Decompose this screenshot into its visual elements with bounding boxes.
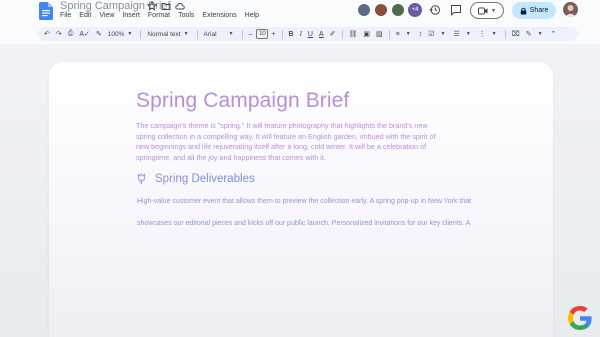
redo-icon[interactable]: ↷ [56,29,62,39]
chevron-down-icon: ▼ [405,31,411,37]
avatar[interactable] [357,3,371,17]
section-heading-word: Spring [155,173,189,185]
underline-icon[interactable]: U [308,29,313,39]
deliverables-line[interactable]: High-value customer event that allows th… [137,198,471,205]
paragraph-line: spring collection in a compelling way. I… [136,131,436,141]
increase-font-size-button[interactable]: + [271,29,275,39]
divider [341,29,343,39]
video-camera-icon [478,7,488,14]
bulleted-list-icon[interactable]: ☰ [453,29,459,39]
collapse-toolbar-icon[interactable]: ⌃ [551,29,557,39]
chevron-down-icon: ▼ [491,7,496,14]
line-spacing-icon[interactable]: ↕ [419,29,423,39]
menu-insert[interactable]: Insert [122,11,140,23]
flower-icon [138,173,145,185]
numbered-list-icon[interactable]: ⋮ [479,29,486,39]
section-heading[interactable]: Spring Deliverables [155,173,255,185]
paragraph-line: new beginnings and life rejuvenating its… [136,142,427,152]
share-label: Share [529,7,549,14]
avatar[interactable] [391,3,405,17]
paragraph-line: The campaign's theme is "spring." It wil… [136,121,428,130]
avatar[interactable] [374,3,388,17]
divider [241,29,243,39]
italic-icon[interactable]: I [300,29,302,39]
chevron-down-icon: ▼ [491,31,497,37]
checklist-icon[interactable]: ☑ [428,29,434,39]
top-bar: Spring Campaign Brief File Edit View Ins… [0,0,600,25]
menu-tools[interactable]: Tools [178,11,194,23]
font-size-input[interactable]: 10 [256,29,269,39]
comments-icon[interactable] [450,4,462,16]
divider [281,29,283,39]
clear-formatting-icon[interactable]: ⌧ [512,29,520,39]
decrease-font-size-button[interactable]: – [249,29,253,39]
divider [140,29,142,39]
editing-mode-icon[interactable]: ✎ [526,29,532,39]
divider [196,29,198,39]
zoom-select[interactable]: 100% [108,31,125,38]
paragraph-line: springtime, and all the joy and happines… [136,153,326,163]
document-heading[interactable]: Spring Campaign Brief [136,89,349,113]
spellcheck-icon[interactable]: A✓ [79,29,90,39]
text-color-icon[interactable]: A [319,29,324,39]
menu-edit[interactable]: Edit [79,11,91,23]
lock-icon [520,7,526,14]
cloud-saved-icon[interactable] [175,1,185,11]
link-icon[interactable]: ⛓ [349,29,358,39]
star-icon[interactable] [147,1,157,11]
formatting-toolbar: ↶ ↷ ⎙ A✓ ✎ 100% ▼ Normal text ▼ Arial ▼ … [38,27,578,41]
image-icon[interactable]: ▨ [376,29,383,39]
intro-paragraph[interactable]: The campaign's theme is "spring." It wil… [136,121,456,164]
menu-format[interactable]: Format [148,11,170,23]
undo-icon[interactable]: ↶ [44,29,50,39]
menu-view[interactable]: View [99,11,114,23]
deliverables-line[interactable]: showcases our editorial pieces and kicks… [137,220,470,227]
style-select[interactable]: Normal text [147,31,180,38]
comment-add-icon[interactable]: ▣ [363,29,370,39]
collaborator-avatars: +4 [357,3,422,17]
chevron-down-icon: ▼ [228,31,234,37]
menu-bar: File Edit View Insert Format Tools Exten… [60,11,267,23]
divider [388,29,390,39]
chevron-down-icon: ▼ [465,31,471,37]
account-avatar[interactable] [563,2,578,17]
chevron-down-icon: ▼ [183,31,189,37]
move-folder-icon[interactable] [161,1,171,11]
docs-logo-icon[interactable] [39,2,53,20]
highlight-icon[interactable]: ✐ [330,29,336,39]
bold-icon[interactable]: B [289,29,294,39]
google-logo-icon [568,306,592,330]
divider [504,29,506,39]
chevron-down-icon: ▼ [440,31,446,37]
chevron-down-icon: ▼ [537,31,543,37]
paint-format-icon[interactable]: ✎ [96,29,102,39]
more-collaborators-badge[interactable]: +4 [408,3,422,17]
font-select[interactable]: Arial [204,31,226,38]
menu-extensions[interactable]: Extensions [202,11,236,23]
meet-button[interactable]: ▼ [470,2,504,19]
version-history-icon[interactable] [429,4,441,16]
section-heading-word: Deliverables [191,173,255,185]
menu-file[interactable]: File [60,11,71,23]
share-button[interactable]: Share [512,2,556,19]
chevron-down-icon: ▼ [127,31,133,37]
align-icon[interactable]: ≡ [396,29,400,39]
print-icon[interactable]: ⎙ [68,29,74,39]
menu-help[interactable]: Help [245,11,259,23]
